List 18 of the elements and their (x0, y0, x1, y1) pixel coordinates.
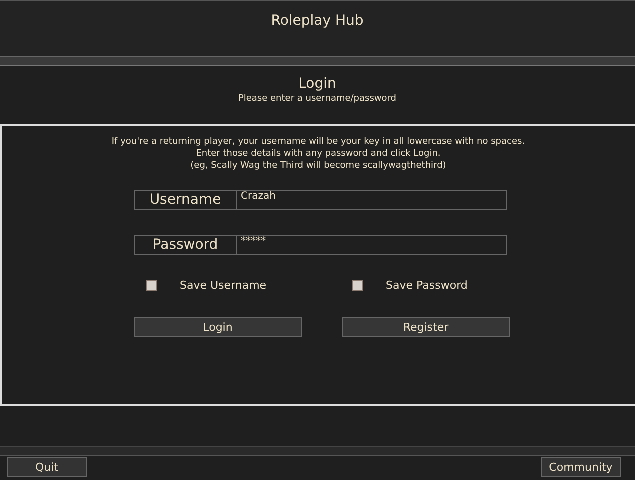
form-button[interactable]: Login (134, 317, 302, 337)
instruction-text: (eg, Scally Wag the Third will become scallywagthethird) (190, 160, 446, 172)
instruction-text: Enter those details with any password and click Login. (196, 148, 441, 160)
login-subtitle: Please enter a username/password (238, 94, 397, 104)
checkbox[interactable] (146, 280, 157, 291)
field-label: Username (134, 190, 237, 210)
window-title: Roleplay Hub (271, 13, 364, 29)
login-heading: Login (298, 76, 336, 92)
field-label: Password (134, 235, 237, 255)
quit-button[interactable]: Quit (7, 457, 87, 477)
form-button[interactable]: Register (342, 317, 510, 337)
input-field[interactable]: ***** (237, 235, 507, 255)
checkbox-label: Save Password (386, 279, 468, 292)
checkbox[interactable] (352, 280, 363, 291)
input-field[interactable]: Crazah (237, 190, 507, 210)
instruction-text: If you're a returning player, your username will be your key in all lowercase with no spaces. (112, 136, 526, 148)
checkbox-label: Save Username (180, 279, 267, 292)
community-button[interactable]: Community (541, 457, 621, 477)
